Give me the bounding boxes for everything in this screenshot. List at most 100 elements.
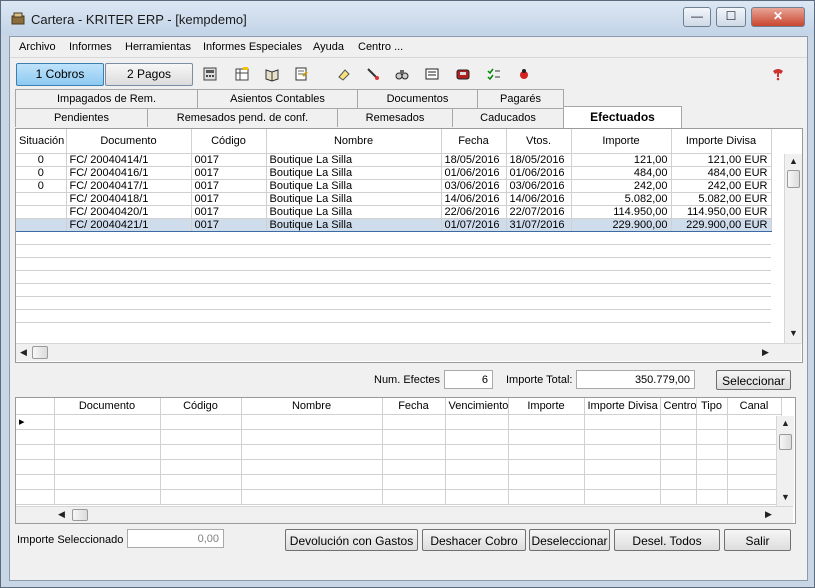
binoculars-icon[interactable] [394, 66, 410, 82]
tab-caducados[interactable]: Caducados [452, 108, 564, 127]
num-efectes-field: 6 [444, 370, 493, 389]
col-nombre[interactable]: Nombre [241, 398, 383, 415]
scroll-right-icon[interactable]: ▶ [758, 345, 773, 360]
cell-documento: FC/ 20040418/1 [66, 192, 192, 206]
cell-nombre: Boutique La Silla [266, 192, 442, 206]
menu-ayuda[interactable]: Ayuda [313, 41, 344, 53]
seleccionar-button[interactable]: Seleccionar [716, 370, 791, 390]
table-row[interactable]: 0 FC/ 20040416/1 0017 Boutique La Silla … [16, 166, 772, 180]
notebook-icon[interactable] [293, 66, 309, 82]
calculator-icon[interactable] [202, 66, 218, 82]
book-icon[interactable] [264, 66, 280, 82]
cell-importe: 114.950,00 [571, 205, 672, 219]
tab-strip: Impagados de Rem. Asientos Contables Doc… [15, 89, 802, 129]
col-importe-divisa[interactable]: Importe Divisa [584, 398, 661, 415]
salir-button[interactable]: Salir [724, 529, 791, 551]
cobros-button[interactable]: 1 Cobros [16, 63, 104, 86]
col-vtos[interactable]: Vtos. [506, 129, 572, 154]
menu-informes-especiales[interactable]: Informes Especiales [203, 41, 302, 53]
eraser-icon[interactable] [336, 66, 352, 82]
table-row[interactable] [16, 474, 782, 490]
table-row[interactable]: ▸ [16, 414, 782, 430]
spreadsheet-icon[interactable] [234, 66, 250, 82]
card-icon[interactable] [424, 66, 440, 82]
cell-situacion [16, 205, 67, 219]
col-fecha[interactable]: Fecha [441, 129, 507, 154]
ladybug-icon[interactable] [516, 66, 532, 82]
col-tipo[interactable]: Tipo [696, 398, 728, 415]
table-row[interactable] [16, 444, 782, 460]
cell-nombre: Boutique La Silla [266, 153, 442, 167]
col-canal[interactable]: Canal [727, 398, 782, 415]
menu-archivo[interactable]: Archivo [19, 41, 56, 53]
table-row[interactable]: 0 FC/ 20040414/1 0017 Boutique La Silla … [16, 153, 772, 167]
app-window: Cartera - KRITER ERP - [kempdemo] — ☐ ✕ … [0, 0, 815, 588]
hscroll-thumb[interactable] [32, 346, 48, 359]
col-codigo[interactable]: Código [191, 129, 267, 154]
efectos-vscrollbar[interactable]: ▲ ▼ [784, 154, 802, 344]
menu-herramientas[interactable]: Herramientas [125, 41, 191, 53]
tab-impagados-de-rem[interactable]: Impagados de Rem. [15, 89, 198, 108]
col-indicator [16, 398, 55, 415]
scroll-left-icon[interactable]: ◀ [16, 345, 31, 360]
table-row[interactable]: FC/ 20040418/1 0017 Boutique La Silla 14… [16, 192, 772, 206]
tab-asientos-contables[interactable]: Asientos Contables [197, 89, 358, 108]
col-importe[interactable]: Importe [571, 129, 672, 154]
menu-informes[interactable]: Informes [69, 41, 112, 53]
col-situacion[interactable]: Situación [16, 129, 67, 154]
tab-documentos[interactable]: Documentos [357, 89, 478, 108]
scroll-thumb[interactable] [787, 170, 800, 188]
scroll-right-icon[interactable]: ▶ [761, 507, 776, 522]
menu-centro[interactable]: Centro ... [358, 41, 403, 53]
col-importe[interactable]: Importe [508, 398, 585, 415]
scroll-down-icon[interactable]: ▼ [778, 490, 793, 505]
col-nombre[interactable]: Nombre [266, 129, 442, 154]
scroll-down-icon[interactable]: ▼ [786, 326, 801, 341]
pen-icon[interactable] [365, 66, 381, 82]
hscroll-thumb[interactable] [72, 509, 88, 521]
pagos-button[interactable]: 2 Pagos [105, 63, 193, 86]
col-fecha[interactable]: Fecha [382, 398, 446, 415]
deshacer-cobro-button[interactable]: Deshacer Cobro [422, 529, 526, 551]
tab-remesados[interactable]: Remesados [337, 108, 453, 127]
cell-codigo: 0017 [191, 218, 267, 232]
scroll-up-icon[interactable]: ▲ [778, 416, 793, 431]
scroll-thumb[interactable] [779, 434, 792, 450]
help-icon[interactable] [770, 66, 786, 82]
table-row[interactable] [16, 459, 782, 475]
table-row[interactable] [16, 489, 782, 505]
tab-efectuados[interactable]: Efectuados [563, 106, 682, 128]
phone-icon[interactable] [455, 66, 471, 82]
checklist-icon[interactable] [486, 66, 502, 82]
col-centro[interactable]: Centro [660, 398, 697, 415]
desel-todos-button[interactable]: Desel. Todos [614, 529, 720, 551]
minimize-button[interactable]: — [683, 7, 711, 27]
maximize-button[interactable]: ☐ [716, 7, 746, 27]
tab-remesados-pend-de-conf[interactable]: Remesados pend. de conf. [147, 108, 338, 127]
col-vencimiento[interactable]: Vencimiento [445, 398, 509, 415]
close-button[interactable]: ✕ [751, 7, 805, 27]
seleccion-hscrollbar[interactable]: ◀ ▶ [16, 506, 793, 523]
cell-importe-divisa: 229.900,00 EUR [671, 218, 772, 232]
col-documento[interactable]: Documento [54, 398, 161, 415]
table-row[interactable]: FC/ 20040420/1 0017 Boutique La Silla 22… [16, 205, 772, 219]
efectos-hscrollbar[interactable]: ◀ ▶ [16, 343, 801, 361]
col-importe-divisa[interactable]: Importe Divisa [671, 129, 772, 154]
tab-pendientes[interactable]: Pendientes [15, 108, 148, 127]
table-header: Situación Documento Código Nombre Fecha … [16, 129, 772, 154]
devolucion-con-gastos-button[interactable]: Devolución con Gastos [285, 529, 418, 551]
cell-nombre: Boutique La Silla [266, 179, 442, 193]
col-codigo[interactable]: Código [160, 398, 242, 415]
cell-vtos: 01/06/2016 [506, 166, 572, 180]
table-row[interactable]: 0 FC/ 20040417/1 0017 Boutique La Silla … [16, 179, 772, 193]
scroll-left-icon[interactable]: ◀ [54, 507, 69, 522]
seleccion-vscrollbar[interactable]: ▲ ▼ [776, 416, 794, 506]
scroll-up-icon[interactable]: ▲ [786, 154, 801, 169]
table-row[interactable] [16, 429, 782, 445]
col-documento[interactable]: Documento [66, 129, 192, 154]
cell-vtos: 03/06/2016 [506, 179, 572, 193]
menu-bar: Archivo Informes Herramientas Informes E… [10, 37, 807, 56]
table-row-selected[interactable]: FC/ 20040421/1 0017 Boutique La Silla 01… [16, 218, 772, 232]
deseleccionar-button[interactable]: Deseleccionar [529, 529, 610, 551]
tab-pagares[interactable]: Pagarés [477, 89, 564, 108]
